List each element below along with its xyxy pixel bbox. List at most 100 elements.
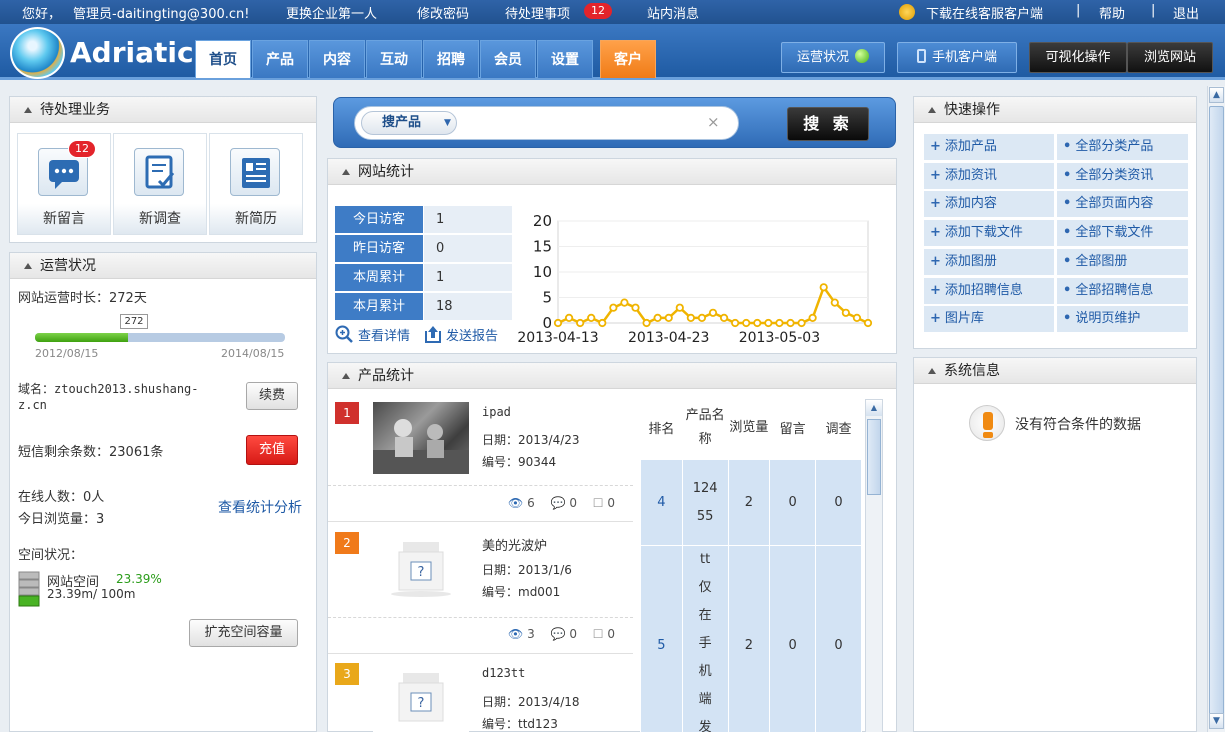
collapse-icon[interactable] xyxy=(342,169,350,175)
recharge-button[interactable]: 充值 xyxy=(246,435,298,465)
quick-op-all[interactable]: • 说明页维护 xyxy=(1057,306,1188,333)
product-name[interactable]: ipad xyxy=(482,405,511,419)
uptime-progress-fill xyxy=(35,333,128,342)
data-point xyxy=(686,313,695,323)
new-message-label: 新留言 xyxy=(18,204,110,234)
renew-button[interactable]: 续费 xyxy=(246,382,298,410)
table-row[interactable]: 4 12455 2 0 0 xyxy=(640,459,862,546)
dropdown-arrow-icon: ▼ xyxy=(444,118,451,128)
data-point xyxy=(797,318,806,328)
quick-op-add[interactable]: + 添加产品 xyxy=(924,134,1054,160)
product-thumbnail[interactable] xyxy=(373,402,469,474)
quick-op-all[interactable]: • 全部图册 xyxy=(1057,248,1188,275)
clear-icon[interactable]: × xyxy=(707,113,720,131)
product-date: 日期：2013/4/23 xyxy=(482,433,580,447)
stat-label: 今日访客 xyxy=(335,206,423,234)
pending-link[interactable]: 待处理事项 xyxy=(505,3,570,22)
messages-link[interactable]: 站内消息 xyxy=(647,3,699,22)
data-point xyxy=(742,318,751,328)
scroll-down-icon[interactable]: ▼ xyxy=(1209,713,1224,729)
plus-icon: + xyxy=(930,139,941,154)
product-code: 编号：90344 xyxy=(482,455,557,469)
tab-products[interactable]: 产品 xyxy=(252,40,308,78)
product-thumbnail[interactable]: ? xyxy=(373,532,469,604)
scroll-up-icon[interactable]: ▲ xyxy=(866,400,882,416)
quick-op-all[interactable]: • 全部页面内容 xyxy=(1057,191,1188,218)
switch-company-link[interactable]: 更换企业第一人 xyxy=(286,3,377,22)
quick-op-add[interactable]: + 添加内容 xyxy=(924,191,1054,218)
data-point xyxy=(841,308,850,317)
search-button[interactable]: 搜 索 xyxy=(787,107,869,141)
quick-op-add[interactable]: + 添加资讯 xyxy=(924,162,1054,189)
divider xyxy=(328,485,633,486)
quick-op-add[interactable]: + 添加图册 xyxy=(924,248,1054,275)
ops-status-button[interactable]: 运营状况 xyxy=(781,42,885,73)
tab-members[interactable]: 会员 xyxy=(480,40,536,78)
collapse-icon[interactable] xyxy=(24,263,32,269)
quick-op-add[interactable]: + 添加下载文件 xyxy=(924,220,1054,247)
scroll-thumb[interactable] xyxy=(1209,106,1224,716)
pending-panel-title: 待处理业务 xyxy=(10,97,316,123)
collapse-icon[interactable] xyxy=(928,368,936,374)
data-point xyxy=(609,303,618,312)
data-point xyxy=(631,303,640,312)
scroll-up-icon[interactable]: ▲ xyxy=(1209,87,1224,103)
new-message-card[interactable]: 12 新留言 xyxy=(17,133,111,235)
product-name[interactable]: d123tt xyxy=(482,666,525,680)
mobile-client-button[interactable]: 手机客户端 xyxy=(897,42,1017,73)
new-survey-card[interactable]: 新调查 xyxy=(113,133,207,235)
table-row[interactable]: 5 tt仅在手机端发 2 0 0 xyxy=(640,545,862,732)
product-thumbnail[interactable]: ? xyxy=(373,663,469,732)
product-rank: 3 xyxy=(335,663,359,685)
tab-home[interactable]: 首页 xyxy=(195,40,251,78)
bullet-icon: • xyxy=(1063,225,1072,241)
server-icon xyxy=(18,571,40,607)
page-scrollbar[interactable]: ▲ ▼ xyxy=(1207,86,1225,732)
collapse-icon[interactable] xyxy=(24,107,32,113)
visual-edit-button[interactable]: 可视化操作 xyxy=(1029,42,1127,73)
download-client-link[interactable]: 下载在线客服客户端 xyxy=(926,3,1043,22)
tab-interaction[interactable]: 互动 xyxy=(366,40,422,78)
quick-op-all[interactable]: • 全部分类产品 xyxy=(1057,134,1188,160)
name-cell[interactable]: tt仅在手机端发 xyxy=(681,545,729,732)
eye-icon: 👁 xyxy=(508,496,524,510)
table-scrollbar[interactable]: ▲ xyxy=(865,399,883,732)
search-category-select[interactable]: 搜产品 ▼ xyxy=(361,111,457,135)
plus-icon: + xyxy=(930,196,941,212)
quick-op-add[interactable]: + 图片库 xyxy=(924,306,1054,333)
ranking-table: 排名 产品名称 浏览量 留言 调查 4 12455 2 0 0 5 tt仅在手机… xyxy=(640,395,862,732)
data-point xyxy=(653,313,662,323)
quick-op-add[interactable]: + 添加招聘信息 xyxy=(924,277,1054,304)
new-survey-label: 新调查 xyxy=(114,204,206,234)
logout-link[interactable]: 退出 xyxy=(1173,3,1199,22)
tab-settings[interactable]: 设置 xyxy=(537,40,593,78)
expand-space-button[interactable]: 扩充空间容量 xyxy=(189,619,298,647)
scroll-thumb[interactable] xyxy=(867,419,881,495)
send-report-link[interactable]: 发送报告 xyxy=(446,325,498,344)
stats-analysis-link[interactable]: 查看统计分析 xyxy=(218,497,302,517)
quick-op-all[interactable]: • 全部招聘信息 xyxy=(1057,277,1188,304)
header: Adriatic 首页 产品 内容 互动 招聘 会员 设置 客户 运营状况 手机… xyxy=(0,24,1225,80)
tab-content[interactable]: 内容 xyxy=(309,40,365,78)
y-tick-label: 5 xyxy=(542,289,552,307)
browse-site-button[interactable]: 浏览网站 xyxy=(1127,42,1213,73)
product-name[interactable]: 美的光波炉 xyxy=(482,535,547,554)
view-details-link[interactable]: 查看详情 xyxy=(358,325,410,344)
name-cell[interactable]: 12455 xyxy=(681,459,729,546)
search-input[interactable]: 搜产品 ▼ × xyxy=(354,106,739,140)
collapse-icon[interactable] xyxy=(342,373,350,379)
column-header: 浏览量 xyxy=(727,395,771,460)
change-password-link[interactable]: 修改密码 xyxy=(417,3,469,22)
help-link[interactable]: 帮助 xyxy=(1099,3,1125,22)
new-message-count-badge: 12 xyxy=(68,140,96,158)
tab-recruitment[interactable]: 招聘 xyxy=(423,40,479,78)
new-resume-card[interactable]: 新简历 xyxy=(209,133,303,235)
surveys-cell: 0 xyxy=(815,545,862,732)
data-point xyxy=(830,298,839,307)
product-rank: 2 xyxy=(335,532,359,554)
tab-client[interactable]: 客户 xyxy=(600,40,656,78)
collapse-icon[interactable] xyxy=(928,107,936,113)
quick-op-all[interactable]: • 全部分类资讯 xyxy=(1057,162,1188,189)
data-point xyxy=(863,318,873,328)
quick-op-all[interactable]: • 全部下载文件 xyxy=(1057,220,1188,247)
